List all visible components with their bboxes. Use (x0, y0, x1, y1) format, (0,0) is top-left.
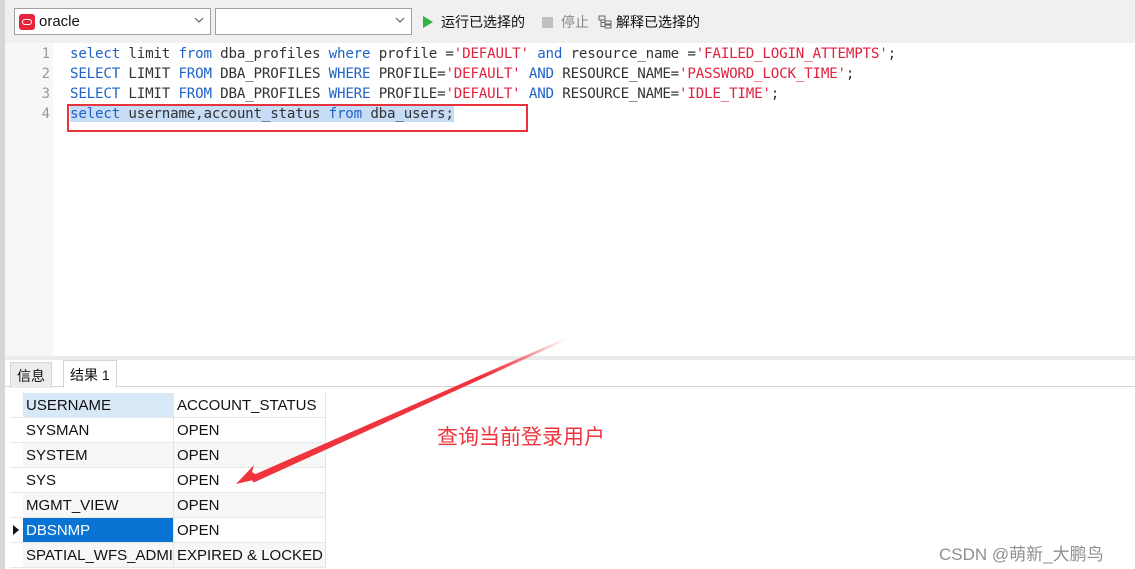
table-cell[interactable]: SYSMAN (23, 418, 174, 443)
table-row[interactable]: SPATIAL_WFS_ADMI EXPIRED & LOCKED (10, 543, 330, 568)
sql-text: RESOURCE_NAME= (553, 66, 680, 82)
table-cell[interactable]: OPEN (174, 468, 326, 493)
grid-header-row: USERNAME ACCOUNT_STATUS (10, 393, 330, 418)
annotation-text: 查询当前登录用户 (437, 426, 605, 449)
sql-text: ; (845, 66, 855, 82)
sql-string: 'FAILED_LOGIN_ATTEMPTS' (695, 46, 888, 62)
column-header[interactable]: ACCOUNT_STATUS (174, 393, 326, 418)
column-header[interactable]: USERNAME (23, 393, 174, 418)
query-toolbar: oracle 运行已选择的 停止 解释已选择的 (5, 0, 1135, 43)
sql-keyword: AND (528, 66, 554, 82)
line-number: 3 (41, 86, 50, 102)
sql-keyword: where (328, 46, 371, 62)
annotation-highlight-box (67, 104, 528, 132)
code-line[interactable]: SELECT LIMIT FROM DBA_PROFILES WHERE PRO… (70, 64, 854, 84)
sql-string: 'DEFAULT' (445, 66, 521, 82)
sql-keyword: select (70, 46, 121, 62)
row-header[interactable] (10, 468, 23, 493)
sql-text: dba_profiles (211, 46, 329, 62)
sql-keyword: SELECT (70, 86, 121, 102)
sql-text: profile = (370, 46, 454, 62)
table-cell[interactable]: DBSNMP (23, 518, 174, 543)
code-line[interactable]: select limit from dba_profiles where pro… (70, 44, 896, 64)
table-cell[interactable]: SYS (23, 468, 174, 493)
sql-text: ; (887, 46, 897, 62)
tab-result-1[interactable]: 结果 1 (63, 360, 117, 388)
play-icon (423, 16, 433, 28)
line-number: 2 (41, 66, 50, 82)
result-panel: 信息 结果 1 USERNAME ACCOUNT_STATUS SYSMAN OPEN… (5, 360, 1135, 569)
stop-button[interactable]: 停止 (542, 12, 589, 32)
table-cell[interactable]: OPEN (174, 418, 326, 443)
sql-keyword: FROM (178, 86, 212, 102)
sql-string: 'IDLE_TIME' (679, 86, 771, 102)
watermark: CSDN @萌新_大鹏鸟 (939, 545, 1104, 564)
stop-label: 停止 (561, 14, 589, 30)
row-header[interactable] (10, 543, 23, 568)
sql-keyword: and (537, 46, 563, 62)
sql-text: LIMIT (120, 86, 179, 102)
table-row[interactable]: SYSMAN OPEN (10, 418, 330, 443)
code-line[interactable]: SELECT LIMIT FROM DBA_PROFILES WHERE PRO… (70, 84, 779, 104)
row-header[interactable] (10, 518, 23, 543)
table-cell[interactable]: EXPIRED & LOCKED (174, 543, 326, 568)
table-cell[interactable]: SPATIAL_WFS_ADMI (23, 543, 174, 568)
row-header[interactable] (10, 443, 23, 468)
sql-keyword: WHERE (328, 66, 371, 82)
sql-text: resource_name = (562, 46, 696, 62)
sql-text: DBA_PROFILES (211, 66, 329, 82)
line-number: 1 (41, 46, 50, 62)
database-select[interactable] (215, 8, 412, 35)
line-number-gutter: 1 2 3 4 (5, 43, 53, 356)
sql-editor[interactable]: 1 2 3 4 select limit from dba_profiles wher… (5, 43, 1135, 356)
result-tabs: 信息 结果 1 (5, 360, 1135, 388)
tab-info[interactable]: 信息 (10, 362, 52, 388)
sql-string: 'PASSWORD_LOCK_TIME' (679, 66, 846, 82)
table-cell[interactable]: OPEN (174, 493, 326, 518)
sql-text: PROFILE= (370, 66, 446, 82)
sql-keyword: WHERE (328, 86, 371, 102)
sql-keyword: FROM (178, 66, 212, 82)
explain-selected-button[interactable]: 解释已选择的 (598, 12, 700, 32)
current-row-pointer-icon (13, 525, 19, 535)
connection-select[interactable]: oracle (14, 8, 211, 35)
table-row[interactable]: MGMT_VIEW OPEN (10, 493, 330, 518)
sql-keyword: from (178, 46, 212, 62)
run-selected-button[interactable]: 运行已选择的 (423, 12, 525, 32)
row-header[interactable] (10, 418, 23, 443)
run-selected-label: 运行已选择的 (441, 14, 525, 30)
table-cell[interactable]: OPEN (174, 518, 326, 543)
connection-select-value: oracle (39, 13, 80, 30)
sql-keyword: AND (528, 86, 554, 102)
oracle-db-icon (19, 14, 35, 30)
sql-text: LIMIT (120, 66, 179, 82)
sql-text: ; (770, 86, 780, 102)
table-cell[interactable]: MGMT_VIEW (23, 493, 174, 518)
stop-icon (542, 16, 553, 28)
sql-string: 'DEFAULT' (445, 86, 521, 102)
line-number: 4 (41, 106, 50, 122)
explain-plan-icon (598, 15, 612, 29)
sql-text: PROFILE= (370, 86, 446, 102)
table-row[interactable]: DBSNMP OPEN (10, 518, 330, 543)
sql-keyword: SELECT (70, 66, 121, 82)
row-header[interactable] (10, 493, 23, 518)
row-header[interactable] (10, 393, 23, 418)
chevron-down-icon (395, 17, 405, 23)
table-cell[interactable]: OPEN (174, 443, 326, 468)
sql-string: 'DEFAULT' (453, 46, 529, 62)
table-cell[interactable]: SYSTEM (23, 443, 174, 468)
sql-text: RESOURCE_NAME= (553, 86, 680, 102)
sql-text: limit (120, 46, 179, 62)
explain-selected-label: 解释已选择的 (616, 14, 700, 30)
sql-text: DBA_PROFILES (211, 86, 329, 102)
table-row[interactable]: SYSTEM OPEN (10, 443, 330, 468)
chevron-down-icon (194, 17, 204, 23)
table-row[interactable]: SYS OPEN (10, 468, 330, 493)
